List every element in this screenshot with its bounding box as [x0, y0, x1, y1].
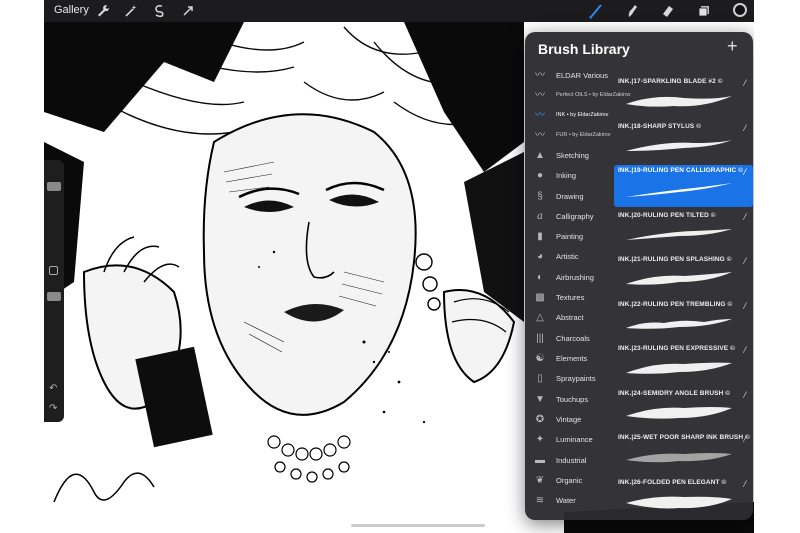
brush-set-item[interactable]: ☯ Elements: [525, 349, 615, 369]
brush-item-selected[interactable]: INK.|19-RULING PEN CALLIGRAPHIC © 〳: [614, 165, 753, 207]
brush-set-item[interactable]: a Calligraphy: [525, 207, 615, 227]
brush-item[interactable]: INK.|24-SEMIDRY ANGLE BRUSH © 〳: [614, 388, 753, 430]
brush-library-panel: Brush Library + 〰 ELDAR Various 〰 Perfec…: [525, 32, 753, 520]
ink-drop-icon: ●: [536, 170, 544, 181]
brush-stroke-preview: [626, 140, 732, 151]
brush-item[interactable]: INK.|25-WET POOR SHARP INK BRUSH © 〳: [614, 432, 753, 474]
home-indicator: [351, 524, 485, 527]
custom-brush-icon: 〰: [535, 90, 545, 101]
brush-set-item[interactable]: 〰 ELDAR Various: [525, 66, 615, 86]
custom-brush-icon: 〳: [742, 347, 749, 354]
sparkle-icon: ✦: [535, 434, 545, 445]
brush-item[interactable]: INK.|18-SHARP STYLUS © 〳: [614, 121, 753, 163]
brush-stroke-preview: [626, 496, 732, 509]
charcoal-icon: |||: [536, 333, 544, 344]
custom-brush-icon: 〰: [535, 70, 545, 81]
squiggle-icon: §: [537, 191, 543, 202]
brush-item[interactable]: INK.|26-FOLDED PEN ELEGANT © 〳: [614, 477, 753, 519]
left-sidebar: ↶ ↷: [44, 160, 64, 422]
brush-set-item[interactable]: ❦ Organic: [525, 471, 615, 491]
brush-set-item[interactable]: § Drawing: [525, 187, 615, 207]
custom-brush-icon: 〰: [535, 110, 545, 121]
brush-icon[interactable]: [588, 3, 604, 19]
brush-set-item[interactable]: ◕ Artistic: [525, 247, 615, 267]
brush-set-item[interactable]: 〰 Perfect OILS • by EldarZakirov: [525, 86, 631, 106]
add-brush-button[interactable]: +: [727, 37, 738, 55]
triangle-icon: △: [536, 312, 544, 323]
custom-brush-icon: 〳: [742, 169, 749, 176]
brush-item[interactable]: INK.|17-SPARKLING BLADE #2 © 〳: [614, 76, 753, 118]
undo-arrow-icon[interactable]: ↶: [49, 384, 57, 394]
brush-set-item-active[interactable]: 〰 INK • by EldarZakirov: [525, 106, 615, 126]
brush-stroke-preview: [626, 362, 732, 374]
opacity-slider[interactable]: [47, 292, 61, 301]
touchup-icon: ▼: [535, 394, 545, 405]
custom-brush-icon: 〳: [742, 214, 749, 221]
brush-set-item[interactable]: ▮ Painting: [525, 227, 615, 247]
pencil-tip-icon: ▲: [535, 150, 545, 161]
palette-icon: ◕: [536, 251, 544, 262]
procreate-app: Gallery ↶ ↷ Brush Library + 〰 ELDAR Vari…: [44, 0, 754, 533]
leaf-icon: ❦: [535, 475, 545, 486]
star-badge-icon: ✪: [535, 414, 545, 425]
custom-brush-icon: 〰: [535, 130, 545, 141]
brush-set-item[interactable]: ≋ Water: [525, 491, 615, 511]
spray-can-icon: ▯: [537, 373, 543, 384]
texture-icon: ▩: [535, 292, 545, 303]
anvil-icon: ▬: [535, 455, 545, 466]
gallery-button[interactable]: Gallery: [54, 4, 89, 16]
eraser-icon[interactable]: [660, 3, 676, 19]
brush-stroke-preview: [626, 229, 732, 240]
brush-set-item[interactable]: 〰 FUR • by EldarZakirov: [525, 126, 615, 146]
brush-set-item[interactable]: ▬ Industrial: [525, 451, 615, 471]
top-toolbar: Gallery: [44, 0, 754, 22]
brush-set-item[interactable]: ✪ Vintage: [525, 410, 615, 430]
brush-set-item[interactable]: ◐ Airbrushing: [525, 268, 615, 288]
brush-set-item[interactable]: ● Inking: [525, 166, 615, 186]
brush-set-item[interactable]: ▲ Sketching: [525, 146, 615, 166]
wrench-icon[interactable]: [95, 3, 111, 19]
brush-size-slider[interactable]: [47, 182, 61, 191]
color-picker-button[interactable]: [733, 3, 747, 17]
brush-stroke-preview: [626, 319, 732, 329]
brush-set-item[interactable]: △ Abstract: [525, 308, 615, 328]
airbrush-icon: ◐: [536, 272, 544, 283]
brush-stroke-preview: [626, 183, 732, 197]
brush-stroke-preview: [626, 453, 732, 463]
brush-item[interactable]: INK.|21-RULING PEN SPLASHING © 〳: [614, 254, 753, 296]
paintbrush-icon: ▮: [537, 231, 543, 242]
calligraphy-icon: a: [537, 211, 543, 222]
custom-brush-icon: 〳: [742, 80, 749, 87]
brush-set-item[interactable]: ▼ Touchups: [525, 390, 615, 410]
yin-yang-icon: ☯: [535, 353, 545, 364]
custom-brush-icon: 〳: [742, 258, 749, 265]
brush-set-item[interactable]: ▯ Spraypaints: [525, 369, 615, 389]
brush-library-title: Brush Library: [538, 41, 630, 57]
brush-stroke-preview: [626, 407, 732, 419]
brush-item[interactable]: INK.|22-RULING PEN TREMBLING © 〳: [614, 299, 753, 341]
redo-arrow-icon[interactable]: ↷: [49, 404, 57, 414]
brush-set-item[interactable]: ✦ Luminance: [525, 430, 615, 450]
magic-wand-icon[interactable]: [123, 3, 139, 19]
layers-icon[interactable]: [696, 3, 712, 19]
modify-square-icon[interactable]: [49, 266, 58, 275]
custom-brush-icon: 〳: [742, 303, 749, 310]
selection-icon[interactable]: [151, 3, 167, 19]
smudge-icon[interactable]: [624, 3, 640, 19]
transform-arrow-icon[interactable]: [180, 3, 196, 19]
brush-set-item[interactable]: ▩ Textures: [525, 288, 615, 308]
waves-icon: ≋: [535, 495, 545, 506]
custom-brush-icon: 〳: [742, 436, 749, 443]
brush-stroke-preview: [626, 96, 732, 107]
brush-item[interactable]: INK.|20-RULING PEN TILTED © 〳: [614, 210, 753, 252]
custom-brush-icon: 〳: [742, 125, 749, 132]
custom-brush-icon: 〳: [742, 481, 749, 488]
brush-set-item[interactable]: ||| Charcoals: [525, 329, 615, 349]
custom-brush-icon: 〳: [742, 392, 749, 399]
brush-stroke-preview: [626, 272, 732, 285]
brush-item[interactable]: INK.|23-RULING PEN EXPRESSIVE © 〳: [614, 343, 753, 385]
